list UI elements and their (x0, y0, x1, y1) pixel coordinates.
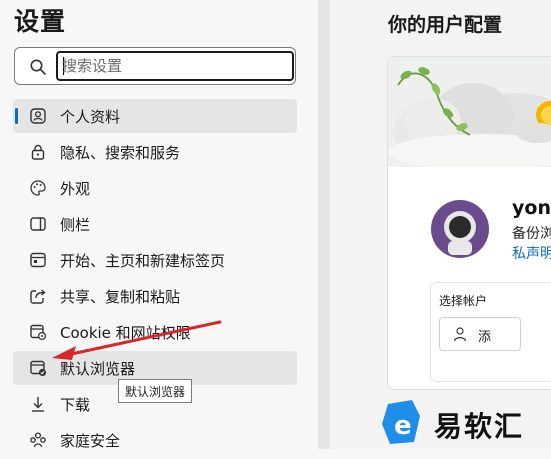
palette-icon (30, 180, 46, 196)
nav-item-family-safety[interactable]: 家庭安全 (13, 423, 297, 457)
nav-item-profile[interactable]: 个人资料 (13, 99, 297, 133)
site-permissions-icon (30, 324, 47, 341)
nav-item-start-home-newtab[interactable]: 开始、主页和新建标签页 (13, 243, 297, 277)
svg-text:e: e (394, 411, 412, 441)
download-icon (32, 397, 44, 412)
nav-item-cookie-permissions[interactable]: Cookie 和网站权限 (13, 315, 297, 349)
nav-label: 家庭安全 (60, 432, 121, 450)
search-input[interactable] (62, 56, 287, 76)
avatar (431, 200, 489, 258)
nav-label: 开始、主页和新建标签页 (60, 252, 226, 270)
nav-label: 个人资料 (60, 108, 121, 126)
profile-banner (388, 57, 551, 167)
family-icon (30, 432, 46, 448)
nav-item-sidebar[interactable]: 侧栏 (13, 207, 297, 241)
account-section: 选择帐户 添 (430, 282, 551, 382)
nav-label: 共享、复制和粘贴 (60, 288, 181, 306)
nav-label: 侧栏 (60, 216, 91, 234)
nav-label: 隐私、搜索和服务 (60, 144, 181, 162)
nav-label: 默认浏览器 (60, 360, 136, 378)
profile-icon (30, 108, 46, 124)
home-icon (30, 252, 46, 268)
profile-backup-text: 备份浏 (512, 226, 551, 242)
tooltip: 默认浏览器 (118, 379, 193, 403)
add-account-label: 添 (478, 330, 492, 345)
selected-indicator (15, 108, 18, 124)
search-box[interactable] (14, 47, 296, 85)
nav-item-appearance[interactable]: 外观 (13, 171, 297, 205)
profile-name: yong (512, 197, 551, 219)
page-title: 你的用户配置 (388, 14, 503, 36)
user-icon (453, 327, 467, 342)
add-account-button[interactable]: 添 (439, 317, 521, 351)
watermark-text: 易软汇 (434, 410, 525, 443)
default-browser-icon (30, 360, 47, 377)
search-icon (30, 59, 46, 75)
privacy-link[interactable]: 私声明 (512, 243, 551, 263)
nav-item-privacy[interactable]: 隐私、搜索和服务 (13, 135, 297, 169)
account-label: 选择帐户 (439, 294, 488, 308)
nav-label: Cookie 和网站权限 (60, 324, 191, 342)
lock-icon (31, 144, 45, 160)
pane-divider[interactable] (318, 0, 330, 449)
share-icon (30, 289, 46, 304)
settings-title: 设置 (14, 7, 67, 36)
search-focus-ring[interactable] (56, 51, 294, 81)
nav-item-share-copy-paste[interactable]: 共享、复制和粘贴 (13, 279, 297, 313)
main-content: 你的用户配置 yong 备份浏 私声明 (330, 0, 551, 449)
sidebar-icon (30, 217, 46, 231)
nav-label: 下载 (60, 396, 91, 414)
settings-nav: 个人资料 隐私、搜索和服务 外观 侧栏 开始、主页和新建标签页 共享、复制和粘贴… (13, 99, 297, 459)
nav-label: 外观 (60, 180, 91, 198)
